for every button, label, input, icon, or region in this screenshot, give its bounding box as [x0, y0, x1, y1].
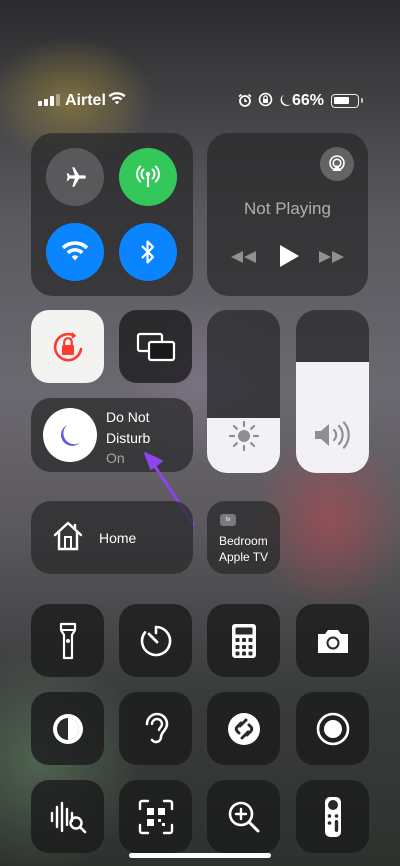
home-label: Home: [99, 530, 137, 546]
rotation-lock-icon: [53, 331, 82, 361]
next-track-button[interactable]: [318, 249, 346, 270]
previous-track-icon: [231, 251, 256, 263]
moon-icon: [279, 93, 292, 112]
brightness-slider[interactable]: [207, 310, 280, 473]
dark-mode-button[interactable]: [31, 692, 104, 765]
now-playing-module: Not Playing: [207, 133, 368, 296]
focus-label-line1: Do Not: [106, 409, 150, 425]
airplane-mode-toggle[interactable]: [46, 148, 104, 206]
screen-mirroring-button[interactable]: [119, 310, 192, 383]
calculator-button[interactable]: [207, 604, 280, 677]
status-bar: Airtel 66%: [0, 90, 400, 112]
sound-recognition-button[interactable]: [31, 780, 104, 853]
status-icons: [238, 92, 292, 112]
bedroom-apple-tv-button[interactable]: tv Bedroom Apple TV: [207, 501, 280, 574]
play-button[interactable]: [277, 243, 301, 274]
shazam-icon: [227, 712, 260, 745]
focus-label-line2: Disturb: [106, 430, 151, 446]
qr-code-scanner-button[interactable]: [119, 780, 192, 853]
dark-mode-icon: [52, 713, 83, 744]
cellular-data-toggle[interactable]: [119, 148, 177, 206]
house-icon: [51, 519, 85, 558]
calculator-icon: [231, 623, 256, 658]
battery-percentage: 66%: [292, 92, 325, 109]
flashlight-icon: [59, 622, 76, 659]
wifi-icon: [108, 92, 126, 111]
screen-mirroring-icon: [136, 332, 175, 361]
flashlight-button[interactable]: [31, 604, 104, 677]
orientation-lock-toggle[interactable]: [31, 310, 104, 383]
speaker-icon: [312, 420, 354, 455]
apple-tv-remote-button[interactable]: [296, 780, 369, 853]
previous-track-button[interactable]: [229, 249, 257, 270]
moon-icon: [60, 424, 81, 446]
shazam-button[interactable]: [207, 692, 280, 765]
apple-tv-remote-icon: [324, 796, 341, 837]
volume-level: [296, 362, 369, 473]
wifi-toggle[interactable]: [46, 223, 104, 281]
timer-button[interactable]: [119, 604, 192, 677]
camera-button[interactable]: [296, 604, 369, 677]
screen-record-button[interactable]: [296, 692, 369, 765]
magnifier-icon: [228, 801, 259, 832]
magnifier-button[interactable]: [207, 780, 280, 853]
airplay-icon: [329, 155, 345, 171]
focus-moon-button[interactable]: [43, 408, 97, 462]
signal-icon: [38, 94, 60, 106]
bluetooth-icon: [141, 240, 155, 264]
camera-icon: [317, 629, 348, 653]
alarm-icon: [238, 93, 252, 112]
next-track-icon: [319, 251, 344, 263]
wifi-icon: [61, 241, 89, 261]
now-playing-title: Not Playing: [244, 199, 331, 218]
orientation-lock-icon: [258, 92, 273, 112]
screen-record-icon: [316, 712, 349, 745]
carrier-name: Airtel: [65, 92, 106, 109]
hearing-button[interactable]: [119, 692, 192, 765]
apple-tv-label-line2: Apple TV: [219, 550, 269, 564]
battery-icon: [331, 94, 363, 108]
connectivity-module: [31, 133, 193, 296]
airplane-icon: [66, 167, 86, 187]
bluetooth-toggle[interactable]: [119, 223, 177, 281]
focus-state: On: [106, 450, 125, 466]
sound-recognition-icon: [50, 801, 86, 833]
hearing-icon: [145, 712, 168, 743]
home-indicator[interactable]: [129, 853, 271, 858]
apple-tv-label-line1: Bedroom: [219, 534, 268, 548]
timer-icon: [140, 625, 171, 656]
battery-level: [334, 97, 349, 104]
qr-code-scanner-icon: [138, 799, 173, 834]
home-button[interactable]: Home: [31, 501, 193, 574]
sun-icon: [227, 419, 261, 458]
airplay-button[interactable]: [320, 147, 354, 181]
volume-slider[interactable]: [296, 310, 369, 473]
apple-tv-badge: tv: [220, 514, 236, 526]
cellular-antenna-icon: [136, 165, 160, 187]
play-icon: [280, 245, 299, 267]
